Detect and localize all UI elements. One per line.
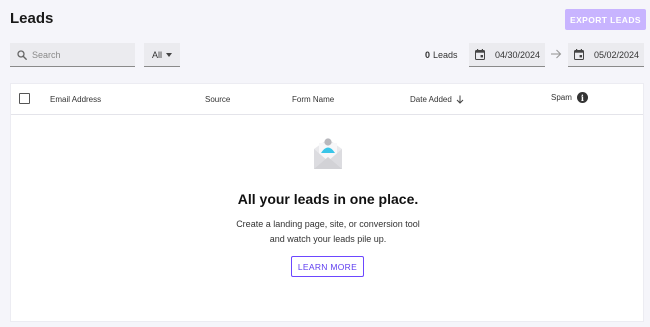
- export-leads-button[interactable]: EXPORT LEADS: [565, 9, 646, 30]
- end-date-value: 05/02/2024: [594, 49, 640, 60]
- start-date-value: 04/30/2024: [495, 49, 541, 60]
- envelope-person-icon: [314, 138, 342, 169]
- info-icon[interactable]: i: [576, 92, 588, 103]
- arrow-right-icon: [551, 49, 562, 59]
- column-date-added-label: Date Added: [410, 95, 452, 104]
- column-form-name[interactable]: Form Name: [292, 95, 334, 104]
- learn-more-button[interactable]: LEARN MORE: [291, 256, 364, 277]
- empty-state-description: Create a landing page, site, or conversi…: [236, 219, 420, 244]
- lead-count-number: 0: [425, 50, 431, 60]
- calendar-icon: [574, 49, 584, 60]
- column-email-address[interactable]: Email Address: [50, 95, 101, 104]
- start-date-picker[interactable]: 04/30/2024: [469, 43, 545, 67]
- table-header: Email Address Source Form Name Date Adde…: [11, 84, 643, 115]
- search-field[interactable]: [10, 43, 135, 67]
- lead-count: 0 Leads: [425, 50, 458, 60]
- leads-table: Email Address Source Form Name Date Adde…: [10, 83, 644, 322]
- chevron-down-icon: [166, 52, 172, 57]
- sort-arrow-down-icon: [456, 95, 464, 104]
- filter-value: All: [151, 49, 162, 60]
- lead-count-label: Leads: [433, 50, 458, 60]
- page-title: Leads: [10, 10, 54, 27]
- column-source[interactable]: Source: [205, 95, 230, 104]
- search-input[interactable]: [32, 49, 127, 60]
- column-spam[interactable]: Spam i: [551, 92, 588, 103]
- column-date-added[interactable]: Date Added: [410, 95, 464, 104]
- search-icon: [17, 49, 27, 60]
- select-all-checkbox[interactable]: [19, 93, 30, 104]
- empty-state-title: All your leads in one place.: [237, 191, 419, 207]
- column-spam-label: Spam: [551, 93, 572, 102]
- calendar-icon: [475, 49, 485, 60]
- source-filter-dropdown[interactable]: All: [144, 43, 180, 67]
- end-date-picker[interactable]: 05/02/2024: [568, 43, 644, 67]
